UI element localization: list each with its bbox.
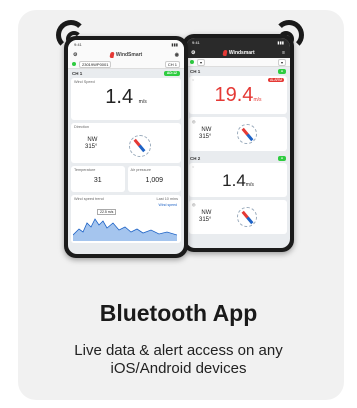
phone-front-screen: 9:41 ▮▮▮ ⚙ WindSmart ◉ 23019WP0001 CH 1 C…: [68, 40, 184, 254]
app-logo: WindSmart: [109, 51, 142, 58]
app-logo: Windsmart: [222, 49, 255, 56]
ch2-speed-tile: ◌ 1.4m/s: [189, 163, 287, 197]
settings-icon: ≡: [282, 49, 285, 56]
ch1-speed-value: 19.4: [214, 84, 254, 106]
ch1-speed-tile: ◌ ALARM 19.4m/s: [189, 76, 287, 114]
ch1-direction-tile: ◎ NW 315°: [189, 117, 287, 151]
compass-icon: [237, 207, 257, 227]
channel-select: CH 1: [164, 60, 180, 68]
description-line-2: iOS/Android devices: [110, 360, 247, 377]
direction-tile: Direction NW 315°: [71, 123, 181, 163]
ch2-direction-tile: ◎ NW 315°: [189, 200, 287, 234]
compass-icon: [129, 135, 151, 157]
alarm-badge: ALARM: [267, 78, 284, 82]
phone-back-screen: 9:41 ▮▮▮ ⚙ Windsmart ≡ ▾ ▾ CH 1 ● ◌ ALARM 1…: [186, 38, 290, 248]
trend-chart-tile: Wind speed trend Last 10 mins Wind speed …: [71, 195, 181, 243]
menu-icon: ◉: [174, 51, 179, 58]
description-line-1: Live data & alert access on any: [74, 342, 283, 359]
pressure-tile: Air pressure 1,009: [127, 166, 181, 192]
chart-tooltip: 22.5 m/s: [97, 209, 117, 215]
phone-front: 9:41 ▮▮▮ ⚙ WindSmart ◉ 23019WP0001 CH 1 C…: [64, 36, 188, 258]
wind-speed-value: 1.4: [105, 86, 134, 108]
compass-icon: [237, 124, 257, 144]
gear-icon: ⚙: [73, 51, 78, 58]
wind-trend-chart: [73, 218, 177, 241]
gear-icon: ⚙: [191, 49, 196, 56]
temperature-tile: Temperature 31: [71, 166, 125, 192]
phone-back: 9:41 ▮▮▮ ⚙ Windsmart ≡ ▾ ▾ CH 1 ● ◌ ALARM 1…: [182, 34, 294, 252]
headline: Bluetooth App: [99, 300, 258, 326]
wind-speed-tile: Wind Speed 1.4 m/s: [71, 78, 181, 120]
device-select: 23019WP0001: [79, 60, 112, 68]
